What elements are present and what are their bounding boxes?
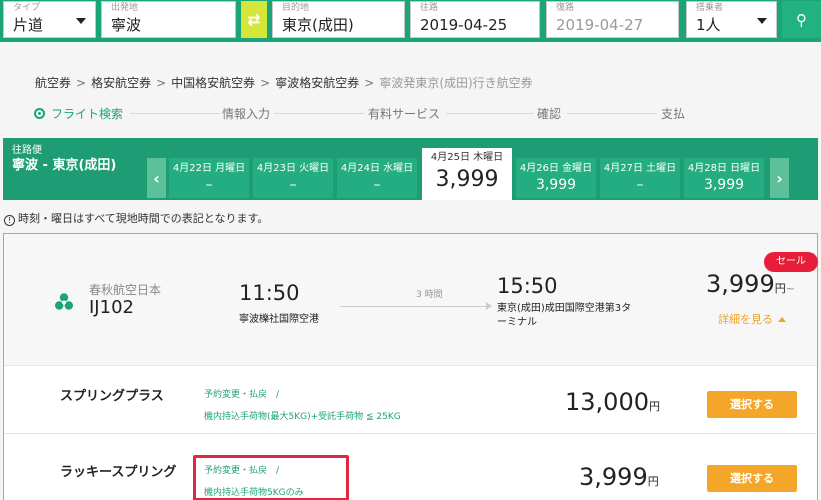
date-option[interactable]: 4月26日 金曜日 3,999 xyxy=(516,158,596,198)
select-fare-button[interactable]: 選択する xyxy=(707,465,797,492)
arrival-airport: 東京(成田)成田国際空港第3ターミナル xyxy=(497,303,632,328)
duration-line xyxy=(340,306,490,307)
breadcrumb-item[interactable]: 寧波格安航空券 xyxy=(275,76,359,90)
depart-date-field[interactable]: 往路 2019-04-25 xyxy=(410,1,540,38)
breadcrumb-separator: > xyxy=(260,76,271,90)
breadcrumb-item[interactable]: 格安航空券 xyxy=(91,76,151,90)
date-option-selected[interactable]: 4月25日 木曜日 3,999 xyxy=(422,148,512,200)
fare-price: 3,999円 xyxy=(579,463,659,491)
details-toggle-link[interactable]: 詳細を見る xyxy=(718,311,786,327)
prev-dates-button[interactable]: ‹ xyxy=(147,158,166,198)
search-bar: タイプ 片道 出発地 寧波 ⇄ 目的地 東京(成田) 往路 2019-04-25… xyxy=(0,0,821,42)
chevron-up-icon xyxy=(778,317,786,322)
departure-time: 11:50 xyxy=(239,281,300,305)
fare-baggage-link[interactable]: 機内持込手荷物5KGのみ xyxy=(204,485,304,498)
origin-label: 出発地 xyxy=(111,3,139,13)
spring-airlines-logo-icon xyxy=(55,293,73,310)
departure-airport: 寧波櫟社国際空港 xyxy=(239,314,319,325)
date-option[interactable]: 4月22日 月曜日 – xyxy=(169,158,249,198)
depart-date-label: 往路 xyxy=(420,3,439,13)
date-option[interactable]: 4月27日 土曜日 – xyxy=(600,158,680,198)
search-icon: ⚲ xyxy=(796,10,807,29)
flight-duration: 3 時間 xyxy=(416,290,443,300)
breadcrumb: 航空券 > 格安航空券 > 中国格安航空券 > 寧波格安航空券 > 寧波発東京(成田)行き航空券 xyxy=(35,74,533,91)
swap-icon: ⇄ xyxy=(247,10,261,29)
step-divider xyxy=(567,113,657,114)
breadcrumb-item[interactable]: 中国格安航空券 xyxy=(171,76,255,90)
route-direction: 往路便 xyxy=(12,145,42,156)
arrow-right-icon xyxy=(486,302,492,310)
breadcrumb-separator: > xyxy=(76,76,87,90)
step-paid-services: 有料サービス xyxy=(368,107,441,121)
breadcrumb-separator: > xyxy=(156,76,167,90)
info-icon: ! xyxy=(4,215,15,226)
date-option[interactable]: 4月28日 日曜日 3,999 xyxy=(684,158,764,198)
date-strip: 往路便 寧波 - 東京(成田) ‹ 4月22日 月曜日 – 4月23日 火曜日 – … xyxy=(3,138,818,200)
chevron-right-icon: › xyxy=(776,168,783,188)
return-date-label: 復路 xyxy=(556,3,575,13)
depart-date-value: 2019-04-25 xyxy=(420,16,508,34)
date-option[interactable]: 4月24日 水曜日 – xyxy=(337,158,417,198)
step-flight-search: フライト検索 xyxy=(34,105,123,122)
timezone-note: ! 時刻・曜日はすべて現地時間での表記となります。 xyxy=(4,210,268,226)
fare-baggage-link[interactable]: 機内持込手荷物(最大5KG)+受託手荷物 ≦ 25KG xyxy=(204,409,401,422)
breadcrumb-separator: > xyxy=(364,76,375,90)
timezone-note-text: 時刻・曜日はすべて現地時間での表記となります。 xyxy=(18,212,269,225)
fare-option: スプリングプラス 予約変更・払戻 / 機内持込手荷物(最大5KG)+受託手荷物 … xyxy=(4,365,817,432)
trip-type-select[interactable]: タイプ 片道 xyxy=(3,1,96,38)
step-divider xyxy=(446,113,534,114)
route-name: 寧波 - 東京(成田) xyxy=(12,158,117,173)
lowest-price: 3,999円~ xyxy=(706,270,795,298)
route-info: 往路便 寧波 - 東京(成田) xyxy=(12,144,116,175)
breadcrumb-current: 寧波発東京(成田)行き航空券 xyxy=(379,76,533,90)
arrival-time: 15:50 xyxy=(497,274,558,298)
passengers-select[interactable]: 搭乗者 1人 xyxy=(686,1,777,38)
next-dates-button[interactable]: › xyxy=(770,158,789,198)
fare-option: ラッキースプリング 予約変更・払戻 / 機内持込手荷物5KGのみ 3,999円 … xyxy=(4,433,817,500)
select-fare-button[interactable]: 選択する xyxy=(707,391,797,418)
breadcrumb-item[interactable]: 航空券 xyxy=(35,76,71,90)
fare-name: スプリングプラス xyxy=(60,389,164,404)
flight-number: IJ102 xyxy=(89,297,134,318)
passengers-value: 1人 xyxy=(696,16,721,34)
return-date-field[interactable]: 復路 2019-04-27 xyxy=(546,1,679,38)
flight-card: 春秋航空日本 IJ102 11:50 寧波櫟社国際空港 3 時間 15:50 東… xyxy=(3,233,818,500)
flight-summary[interactable]: 春秋航空日本 IJ102 11:50 寧波櫟社国際空港 3 時間 15:50 東… xyxy=(4,234,818,365)
current-step-icon xyxy=(34,108,45,119)
trip-type-label: タイプ xyxy=(13,3,41,13)
passengers-label: 搭乗者 xyxy=(696,3,724,13)
fare-name: ラッキースプリング xyxy=(60,465,177,480)
chevron-left-icon: ‹ xyxy=(153,168,160,188)
fare-change-refund-link[interactable]: 予約変更・払戻 / xyxy=(204,463,279,476)
chevron-down-icon xyxy=(76,18,86,24)
trip-type-value: 片道 xyxy=(13,16,44,34)
destination-label: 目的地 xyxy=(282,3,310,13)
step-divider xyxy=(130,113,220,114)
step-info-input: 情報入力 xyxy=(222,107,271,121)
search-button[interactable]: ⚲ xyxy=(782,1,821,38)
chevron-down-icon xyxy=(757,18,767,24)
airline-name: 春秋航空日本 xyxy=(89,283,162,297)
destination-field[interactable]: 目的地 東京(成田) xyxy=(272,1,405,38)
booking-steps: フライト検索 情報入力 有料サービス 確認 支払 xyxy=(34,105,704,123)
fare-price: 13,000円 xyxy=(565,388,660,416)
step-divider xyxy=(274,113,364,114)
date-option[interactable]: 4月23日 火曜日 – xyxy=(253,158,333,198)
step-confirm: 確認 xyxy=(537,107,562,121)
origin-field[interactable]: 出発地 寧波 xyxy=(101,1,236,38)
sale-badge: セール xyxy=(764,252,818,272)
step-payment: 支払 xyxy=(661,107,686,121)
destination-value: 東京(成田) xyxy=(282,16,354,34)
fare-change-refund-link[interactable]: 予約変更・払戻 / xyxy=(204,387,279,400)
origin-value: 寧波 xyxy=(111,16,142,34)
return-date-value: 2019-04-27 xyxy=(556,16,644,34)
swap-button[interactable]: ⇄ xyxy=(241,1,267,38)
